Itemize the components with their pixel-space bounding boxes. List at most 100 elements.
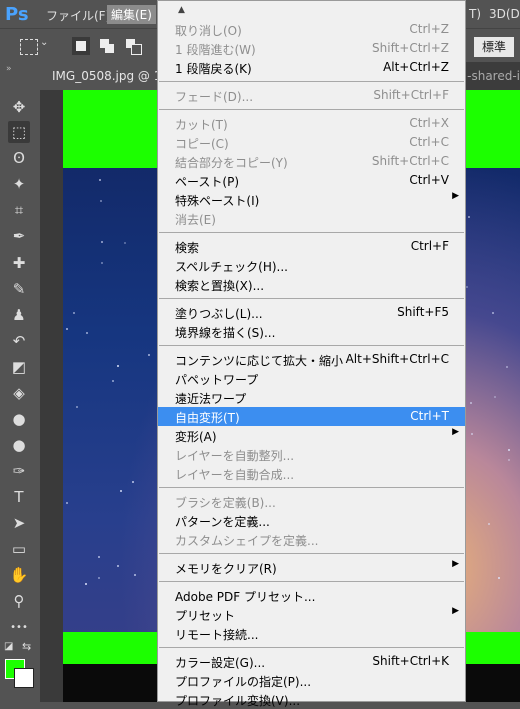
star	[112, 380, 114, 382]
menu-item: 1 段階進む(W) Shift+Ctrl+Z	[158, 39, 465, 58]
menu-item-label: スペルチェック(H)...	[175, 260, 288, 274]
menu-item[interactable]: 塗りつぶし(L)... Shift+F5	[158, 303, 465, 322]
menu-item[interactable]: 変形(A) ▶	[158, 426, 465, 445]
menu-3d[interactable]: 3D(D)	[489, 7, 520, 21]
brush-icon[interactable]: ✎	[8, 278, 30, 300]
magic-wand-icon[interactable]: ✦	[8, 173, 30, 195]
star	[76, 406, 78, 408]
tab-document-2[interactable]: -shared-i	[467, 69, 520, 83]
collapse-panel-icon[interactable]: »	[6, 64, 12, 74]
menu-separator	[159, 232, 464, 233]
blur-icon[interactable]: ●	[8, 408, 30, 430]
type-icon[interactable]: T	[8, 486, 30, 508]
menu-separator	[159, 487, 464, 488]
chevron-down-icon[interactable]: ⌄	[40, 37, 48, 48]
menu-edit[interactable]: 編集(E)	[107, 5, 156, 24]
star	[471, 433, 473, 435]
menu-item[interactable]: プロファイル変換(V)...	[158, 690, 465, 709]
menu-item-label: リモート接続...	[175, 628, 259, 642]
menu-item-label: パターンを定義...	[175, 515, 270, 529]
add-selection-button[interactable]	[98, 37, 116, 55]
new-selection-icon	[76, 41, 86, 51]
menu-item-shortcut: Ctrl+V	[409, 173, 449, 187]
menu-item-label: 消去(E)	[175, 213, 216, 227]
menu-item[interactable]: 境界線を描く(S)...	[158, 322, 465, 341]
subtract-selection-button[interactable]	[124, 37, 142, 55]
menu-item[interactable]: 1 段階戻る(K) Alt+Ctrl+Z	[158, 58, 465, 77]
background-color-swatch[interactable]	[14, 668, 34, 688]
history-brush-icon[interactable]: ↶	[8, 330, 30, 352]
menu-file[interactable]: ファイル(F)	[46, 7, 110, 24]
menu-item-shortcut: Shift+Ctrl+F	[373, 88, 449, 102]
move-icon[interactable]: ✥	[8, 96, 30, 118]
menu-item[interactable]: カラー設定(G)... Shift+Ctrl+K	[158, 652, 465, 671]
photoshop-logo: Ps	[5, 4, 29, 25]
pen-icon[interactable]: ✑	[8, 460, 30, 482]
rectangle-icon[interactable]: ▭	[8, 538, 30, 560]
path-selection-icon[interactable]: ➤	[8, 512, 30, 534]
menu-item[interactable]: ペースト(P) Ctrl+V	[158, 171, 465, 190]
zoom-icon[interactable]: ⚲	[8, 590, 30, 612]
menu-type-partial[interactable]: T)	[469, 7, 481, 21]
paint-bucket-icon[interactable]: ◈	[8, 382, 30, 404]
eraser-icon[interactable]: ◩	[8, 356, 30, 378]
menu-item-shortcut: Ctrl+C	[409, 135, 449, 149]
tab-title: IMG_0508.jpg @ 17	[52, 69, 170, 83]
submenu-arrow-icon: ▶	[452, 191, 459, 201]
menu-item[interactable]: 自由変形(T) Ctrl+T	[158, 407, 465, 426]
menu-item[interactable]: 遠近法ワープ	[158, 388, 465, 407]
menu-item[interactable]: 検索 Ctrl+F	[158, 237, 465, 256]
menu-item[interactable]: コンテンツに応じて拡大・縮小 Alt+Shift+Ctrl+C	[158, 350, 465, 369]
menu-item[interactable]: パターンを定義...	[158, 511, 465, 530]
swap-colors-icon[interactable]: ⇆	[22, 640, 31, 653]
lasso-icon[interactable]: ʘ	[8, 147, 30, 169]
hand-icon[interactable]: ✋	[8, 564, 30, 586]
menu-item-label: パペットワープ	[175, 373, 259, 387]
star	[101, 262, 103, 264]
menu-item-label: 特殊ペースト(I)	[175, 194, 260, 208]
star	[124, 242, 126, 244]
menu-item-shortcut: Shift+Ctrl+K	[372, 654, 449, 668]
more-tools-icon[interactable]: •••	[8, 617, 30, 639]
menu-item-label: Adobe PDF プリセット...	[175, 590, 316, 604]
tools-panel: » ✥ ⬚ ʘ ✦ ⌗ ✒ ✚ ✎ ♟ ↶ ◩ ◈ ● ● ✑ T ➤ ▭ ✋ ⚲ •••	[0, 62, 41, 702]
menu-item[interactable]: パペットワープ	[158, 369, 465, 388]
scroll-up-icon[interactable]: ▲	[178, 5, 185, 15]
star	[132, 481, 134, 483]
menu-item-label: フェード(D)...	[175, 90, 254, 104]
default-colors-icon[interactable]: ◪	[4, 641, 13, 652]
menu-item-label: 1 段階戻る(K)	[175, 62, 252, 76]
dodge-icon[interactable]: ●	[8, 434, 30, 456]
menu-item-shortcut: Alt+Ctrl+Z	[383, 60, 449, 74]
menu-item[interactable]: メモリをクリア(R) ▶	[158, 558, 465, 577]
menu-item[interactable]: スペルチェック(H)...	[158, 256, 465, 275]
menu-item[interactable]: リモート接続...	[158, 624, 465, 643]
menu-item: コピー(C) Ctrl+C	[158, 133, 465, 152]
star	[100, 200, 102, 202]
menu-item[interactable]: 検索と置換(X)...	[158, 275, 465, 294]
star	[148, 354, 150, 356]
star	[98, 556, 100, 558]
menu-item[interactable]: 特殊ペースト(I) ▶	[158, 190, 465, 209]
menu-item-label: カスタムシェイプを定義...	[175, 534, 319, 548]
menu-separator	[159, 298, 464, 299]
subtract-selection-icon-part	[131, 44, 142, 55]
menu-item[interactable]: プリセット ▶	[158, 605, 465, 624]
new-selection-button[interactable]	[72, 37, 90, 55]
healing-brush-icon[interactable]: ✚	[8, 252, 30, 274]
menu-item[interactable]: Adobe PDF プリセット...	[158, 586, 465, 605]
marquee-preset-icon[interactable]	[20, 39, 38, 55]
rectangular-marquee-icon[interactable]: ⬚	[8, 121, 30, 143]
tab-document[interactable]: IMG_0508.jpg @ 17	[40, 62, 169, 90]
clone-stamp-icon[interactable]: ♟	[8, 304, 30, 326]
eyedropper-icon[interactable]: ✒	[8, 225, 30, 247]
submenu-arrow-icon: ▶	[452, 606, 459, 616]
menu-item-shortcut: Shift+Ctrl+Z	[372, 41, 449, 55]
star	[117, 565, 119, 567]
crop-icon[interactable]: ⌗	[8, 199, 30, 221]
menu-item[interactable]: プロファイルの指定(P)...	[158, 671, 465, 690]
menu-item-label: ブラシを定義(B)...	[175, 496, 276, 510]
add-selection-icon-part	[105, 44, 114, 53]
style-select[interactable]: 標準	[474, 37, 514, 57]
star	[494, 396, 496, 398]
